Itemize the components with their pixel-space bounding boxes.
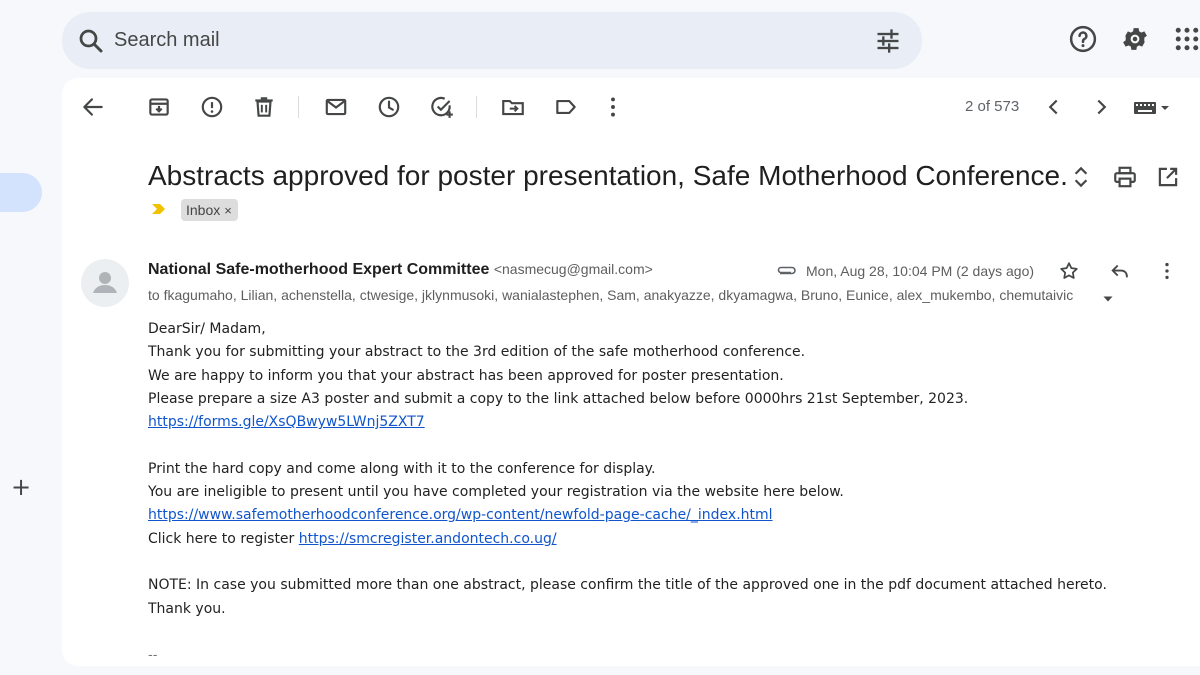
mark-unread-icon[interactable] — [323, 94, 349, 120]
help-icon[interactable] — [1068, 24, 1098, 54]
search-input[interactable]: Search mail — [114, 29, 220, 52]
body-line: Print the hard copy and come along with … — [148, 460, 656, 477]
body-note: NOTE: In case you submitted more than on… — [148, 577, 1107, 594]
body-line: Thank you for submitting your abstract t… — [148, 344, 806, 361]
snooze-icon[interactable] — [376, 94, 402, 120]
more-vert-icon[interactable] — [600, 94, 626, 120]
tune-icon[interactable] — [874, 27, 902, 55]
move-to-icon[interactable] — [500, 94, 526, 120]
older-icon[interactable] — [1088, 94, 1114, 120]
sender-line: National Safe-motherhood Expert Committe… — [148, 261, 653, 279]
body-line: We are happy to inform you that your abs… — [148, 367, 784, 384]
message-subject: Abstracts approved for poster presentati… — [148, 160, 1068, 191]
inbox-label-text: Inbox — [186, 202, 221, 218]
label-icon[interactable] — [553, 94, 579, 120]
conference-website-link[interactable]: https://www.safemotherhoodconference.org… — [148, 507, 773, 523]
search-icon[interactable] — [76, 26, 106, 56]
body-greeting: DearSir/ Madam, — [148, 321, 266, 337]
signature-separator: -- — [148, 648, 158, 663]
message-panel: 2 of 573 Abstracts approved for poster p… — [62, 78, 1200, 666]
recipients-line: to fkagumaho, Lilian, achenstella, ctwes… — [148, 287, 1074, 303]
input-tools-icon[interactable] — [1132, 94, 1176, 120]
show-details-icon[interactable] — [1102, 291, 1114, 302]
remove-label-icon[interactable]: × — [224, 203, 232, 218]
expand-all-icon[interactable] — [1068, 164, 1094, 190]
nav-selected-indicator[interactable] — [0, 173, 42, 212]
register-prefix: Click here to register — [148, 530, 295, 547]
forms-link[interactable]: https://forms.gle/XsQBwyw5LWnj5ZXT7 — [148, 414, 425, 430]
body-thanks: Thank you. — [148, 600, 226, 617]
delete-icon[interactable] — [251, 94, 277, 120]
avatar[interactable] — [81, 259, 129, 307]
sender-email: <nasmecug@gmail.com> — [493, 261, 653, 277]
toolbar-divider — [298, 96, 299, 118]
register-link[interactable]: https://smcregister.andontech.co.ug/ — [299, 531, 557, 547]
reply-icon[interactable] — [1109, 260, 1131, 282]
sender-name[interactable]: National Safe-motherhood Expert Committe… — [148, 261, 489, 278]
toolbar-divider — [476, 96, 477, 118]
back-icon[interactable] — [80, 94, 106, 120]
print-icon[interactable] — [1112, 164, 1138, 190]
search-bar[interactable]: Search mail — [62, 12, 922, 69]
inbox-label-chip[interactable]: Inbox × — [181, 199, 238, 221]
open-new-window-icon[interactable] — [1155, 164, 1181, 190]
importance-marker-icon[interactable] — [150, 202, 168, 216]
body-line: You are ineligible to present until you … — [148, 484, 844, 501]
message-counter: 2 of 573 — [965, 98, 1020, 115]
body-line: Please prepare a size A3 poster and subm… — [148, 390, 969, 407]
settings-icon[interactable] — [1120, 24, 1150, 54]
apps-grid-icon[interactable] — [1172, 24, 1200, 54]
archive-icon[interactable] — [146, 94, 172, 120]
newer-icon[interactable] — [1041, 94, 1067, 120]
report-spam-icon[interactable] — [199, 94, 225, 120]
star-icon[interactable] — [1058, 260, 1080, 282]
message-body: DearSir/ Madam, Thank you for submitting… — [148, 318, 1188, 621]
attachment-icon — [776, 264, 798, 278]
add-label-icon[interactable]: + — [10, 475, 32, 499]
add-task-icon[interactable] — [429, 94, 455, 120]
message-more-icon[interactable] — [1156, 260, 1178, 282]
message-date: Mon, Aug 28, 10:04 PM (2 days ago) — [806, 263, 1035, 279]
